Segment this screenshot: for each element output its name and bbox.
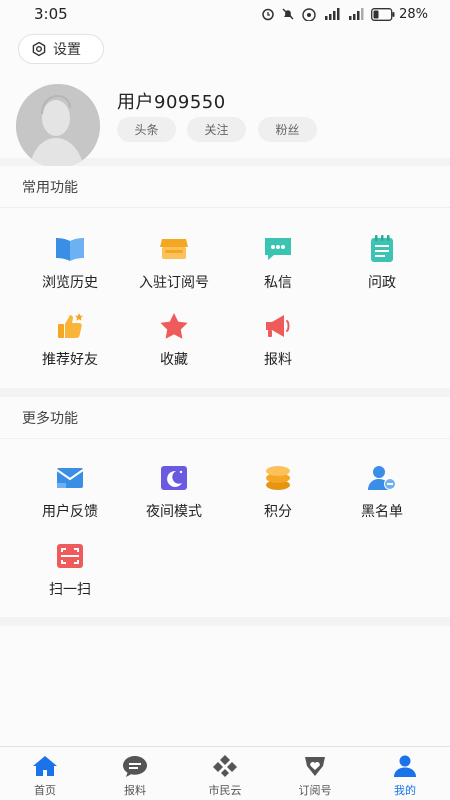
star-icon: [157, 309, 191, 343]
message-icon: [261, 232, 295, 266]
tab-home[interactable]: 首页: [0, 747, 90, 800]
function-label: 私信: [264, 275, 292, 291]
tab-report[interactable]: 报料: [90, 747, 180, 800]
status-time: 3:05: [34, 5, 68, 23]
function-inquiry[interactable]: 问政: [326, 232, 438, 292]
battery: 28%: [371, 7, 428, 22]
avatar[interactable]: [16, 84, 100, 168]
tab-label: 订阅号: [298, 784, 332, 797]
bottom-tab-bar: 首页 报料 市民云 订阅号 我的: [0, 746, 450, 800]
function-label: 扫一扫: [49, 582, 91, 598]
settings-label: 设置: [53, 42, 81, 58]
function-label: 用户反馈: [42, 504, 98, 520]
book-icon: [53, 232, 87, 266]
tab-citizen-cloud[interactable]: 市民云: [180, 747, 270, 800]
username: 用户909550: [117, 92, 226, 113]
function-report[interactable]: 报料: [222, 309, 334, 369]
function-label: 入驻订阅号: [139, 275, 209, 291]
tab-label: 我的: [394, 784, 416, 797]
common-functions-section: 常用功能 浏览历史 入驻订阅号 私信 问政 推荐好友 收藏 报料: [0, 166, 450, 388]
feedback-icon: [53, 461, 87, 495]
more-functions-section: 更多功能 用户反馈 夜间模式 积分 黑名单 扫一扫: [0, 397, 450, 617]
function-label: 问政: [368, 275, 396, 291]
alarm-icon: [262, 8, 274, 21]
megaphone-icon: [261, 309, 295, 343]
status-bar: 3:05 28%: [0, 0, 450, 28]
scan-icon: [53, 539, 87, 573]
gear-icon: [32, 41, 46, 57]
heart-badge-icon: [300, 753, 330, 779]
notepad-icon: [365, 232, 399, 266]
profile-header: 设置 用户909550 头条 关注 粉丝: [0, 28, 450, 168]
function-label: 夜间模式: [146, 504, 202, 520]
home-icon: [30, 753, 60, 779]
function-join-subscription[interactable]: 入驻订阅号: [118, 232, 230, 292]
blacklist-user-icon: [365, 461, 399, 495]
function-points[interactable]: 积分: [222, 461, 334, 521]
wifi-icon: [302, 8, 316, 21]
person-icon: [390, 753, 420, 779]
function-label: 推荐好友: [42, 352, 98, 368]
function-label: 积分: [264, 504, 292, 520]
battery-percent: 28%: [399, 6, 428, 22]
tab-subscriptions[interactable]: 订阅号: [270, 747, 360, 800]
function-blacklist[interactable]: 黑名单: [326, 461, 438, 521]
pill-following[interactable]: 关注: [187, 117, 246, 142]
function-feedback[interactable]: 用户反馈: [14, 461, 126, 521]
default-avatar-icon: [16, 84, 100, 168]
function-recommend-friends[interactable]: 推荐好友: [14, 309, 126, 369]
pill-headlines[interactable]: 头条: [117, 117, 176, 142]
function-label: 收藏: [160, 352, 188, 368]
function-favorites[interactable]: 收藏: [118, 309, 230, 369]
section-title: 常用功能: [0, 166, 450, 208]
signal-2-icon: [349, 8, 364, 20]
report-bubble-icon: [120, 753, 150, 779]
thumbs-up-icon: [53, 309, 87, 343]
function-scan[interactable]: 扫一扫: [14, 539, 126, 599]
mute-icon: [282, 8, 294, 20]
settings-button[interactable]: 设置: [18, 34, 104, 64]
tab-label: 市民云: [208, 784, 242, 797]
battery-icon: [371, 7, 395, 21]
storefront-icon: [157, 232, 191, 266]
tab-label: 报料: [124, 784, 146, 797]
moon-icon: [157, 461, 191, 495]
tab-label: 首页: [34, 784, 56, 797]
blank-area: [0, 626, 450, 746]
function-private-message[interactable]: 私信: [222, 232, 334, 292]
pill-followers[interactable]: 粉丝: [258, 117, 317, 142]
section-title: 更多功能: [0, 397, 450, 439]
coins-icon: [261, 461, 295, 495]
function-night-mode[interactable]: 夜间模式: [118, 461, 230, 521]
diamond-cluster-icon: [210, 753, 240, 779]
signal-1-icon: [325, 8, 340, 20]
tab-mine[interactable]: 我的: [360, 747, 450, 800]
status-icons: 28%: [261, 7, 428, 22]
function-label: 黑名单: [361, 504, 403, 520]
function-label: 浏览历史: [42, 275, 98, 291]
function-label: 报料: [264, 352, 292, 368]
function-browse-history[interactable]: 浏览历史: [14, 232, 126, 292]
